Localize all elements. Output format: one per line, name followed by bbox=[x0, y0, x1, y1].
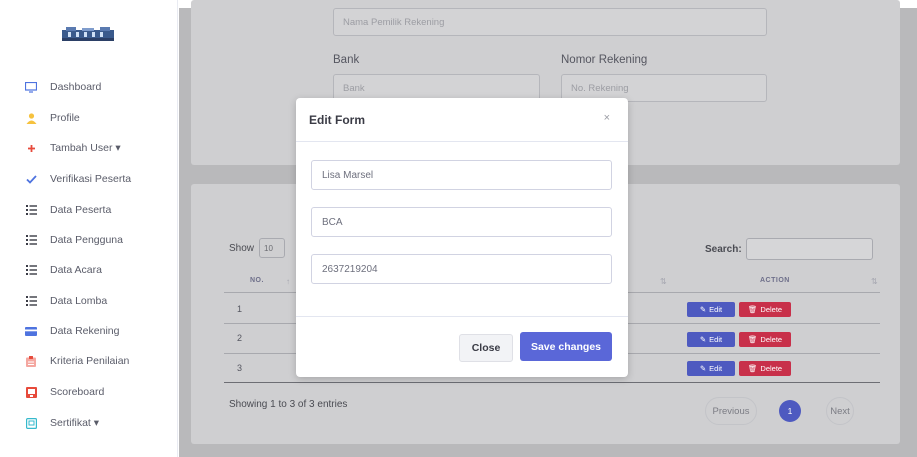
modal-title: Edit Form bbox=[309, 113, 365, 127]
table-search: Search: bbox=[705, 238, 873, 260]
logo bbox=[62, 27, 114, 41]
trash-icon: 🗑 bbox=[747, 305, 758, 314]
sidebar-item-data-pengguna[interactable]: Data Pengguna bbox=[0, 229, 178, 251]
sidebar-item-data-peserta[interactable]: Data Peserta bbox=[0, 199, 178, 221]
show-entries: Show 10 bbox=[229, 238, 286, 258]
account-number-field[interactable]: 2637219204 bbox=[311, 254, 612, 284]
edit-label: Edit bbox=[709, 305, 723, 314]
edit-icon: ✎ bbox=[699, 335, 707, 344]
sidebar-item-tambah-user[interactable]: Tambah User ▾ bbox=[0, 137, 178, 159]
sidebar-item-label: Dashboard bbox=[50, 81, 102, 93]
pagination-next[interactable]: Next bbox=[826, 397, 854, 425]
list-icon bbox=[24, 294, 38, 308]
certificate-icon bbox=[24, 416, 38, 430]
row-number: 3 bbox=[237, 363, 243, 373]
trash-icon: 🗑 bbox=[747, 364, 758, 373]
sidebar-item-scoreboard[interactable]: Scoreboard bbox=[0, 381, 178, 403]
sidebar-item-data-acara[interactable]: Data Acara bbox=[0, 259, 178, 281]
row-number: 1 bbox=[237, 304, 243, 314]
trash-icon: 🗑 bbox=[747, 335, 758, 344]
delete-label: Delete bbox=[760, 364, 783, 373]
show-label: Show bbox=[229, 242, 255, 254]
close-button[interactable]: Close bbox=[459, 334, 513, 362]
pagination-page[interactable]: 1 bbox=[779, 400, 801, 422]
bank-field[interactable]: BCA bbox=[311, 207, 612, 237]
plus-icon bbox=[24, 141, 38, 155]
delete-button[interactable]: 🗑 Delete bbox=[739, 302, 791, 317]
pagination-previous[interactable]: Previous bbox=[705, 397, 757, 425]
modal-footer-divider bbox=[296, 316, 628, 317]
edit-button[interactable]: ✎ Edit bbox=[687, 302, 735, 317]
entries-select[interactable]: 10 bbox=[259, 238, 286, 258]
sidebar-item-label: Data Pengguna bbox=[50, 234, 123, 246]
entries-info: Showing 1 to 3 of 3 entries bbox=[229, 399, 348, 410]
search-input[interactable] bbox=[745, 238, 873, 260]
scoreboard-icon bbox=[24, 385, 38, 399]
list-icon bbox=[24, 263, 38, 277]
entries-select-value: 10 bbox=[264, 243, 273, 253]
clipboard-icon bbox=[24, 354, 38, 368]
name-field[interactable]: Lisa Marsel bbox=[311, 160, 612, 190]
sidebar: Dashboard Profile Tambah User ▾ Verifika… bbox=[0, 0, 178, 457]
sidebar-item-label: Data Rekening bbox=[50, 325, 120, 337]
user-icon bbox=[24, 111, 38, 125]
sidebar-item-label: Verifikasi Peserta bbox=[50, 173, 132, 185]
credit-card-icon bbox=[24, 324, 38, 338]
owner-name-input[interactable]: Nama Pemilik Rekening bbox=[333, 8, 767, 36]
bank-label: Bank bbox=[333, 54, 360, 66]
sidebar-item-sertifikat[interactable]: Sertifikat ▾ bbox=[0, 412, 178, 434]
edit-label: Edit bbox=[709, 364, 723, 373]
save-changes-button[interactable]: Save changes bbox=[520, 332, 612, 361]
modal-header-divider bbox=[296, 141, 628, 142]
sidebar-item-label: Data Peserta bbox=[50, 204, 112, 216]
column-header-action[interactable]: ACTION bbox=[760, 277, 790, 284]
row-number: 2 bbox=[237, 333, 243, 343]
sidebar-item-data-lomba[interactable]: Data Lomba bbox=[0, 290, 178, 312]
monitor-icon bbox=[24, 80, 38, 94]
sidebar-item-label: Scoreboard bbox=[50, 386, 105, 398]
sidebar-item-label: Kriteria Penilaian bbox=[50, 355, 130, 367]
sidebar-item-label: Tambah User ▾ bbox=[50, 142, 121, 154]
edit-label: Edit bbox=[709, 335, 723, 344]
sidebar-item-label: Data Acara bbox=[50, 264, 102, 276]
delete-label: Delete bbox=[760, 305, 783, 314]
sidebar-item-label: Sertifikat ▾ bbox=[50, 417, 100, 429]
sort-icon[interactable]: ↑ bbox=[286, 277, 290, 286]
edit-button[interactable]: ✎ Edit bbox=[687, 332, 735, 347]
sidebar-item-label: Data Lomba bbox=[50, 295, 108, 307]
account-number-label: Nomor Rekening bbox=[561, 54, 648, 66]
sidebar-item-kriteria-penilaian[interactable]: Kriteria Penilaian bbox=[0, 350, 178, 372]
list-icon bbox=[24, 233, 38, 247]
list-icon bbox=[24, 203, 38, 217]
sort-icon[interactable]: ⇅ bbox=[660, 277, 667, 286]
sidebar-item-data-rekening[interactable]: Data Rekening bbox=[0, 320, 178, 342]
table-bottom-divider bbox=[224, 382, 880, 383]
delete-label: Delete bbox=[760, 335, 783, 344]
edit-icon: ✎ bbox=[699, 364, 707, 373]
edit-modal: Edit Form × Lisa Marsel BCA 2637219204 C… bbox=[296, 98, 628, 377]
sidebar-item-label: Profile bbox=[50, 112, 80, 124]
close-icon[interactable]: × bbox=[604, 112, 610, 124]
check-icon bbox=[24, 172, 38, 186]
search-label: Search: bbox=[705, 243, 742, 255]
edit-icon: ✎ bbox=[699, 305, 707, 314]
sidebar-item-profile[interactable]: Profile bbox=[0, 107, 178, 129]
delete-button[interactable]: 🗑 Delete bbox=[739, 361, 791, 376]
edit-button[interactable]: ✎ Edit bbox=[687, 361, 735, 376]
sidebar-item-dashboard[interactable]: Dashboard bbox=[0, 76, 178, 98]
sidebar-item-verifikasi-peserta[interactable]: Verifikasi Peserta bbox=[0, 168, 178, 190]
sort-icon[interactable]: ⇅ bbox=[871, 277, 878, 286]
column-header-no[interactable]: NO. bbox=[250, 277, 264, 284]
delete-button[interactable]: 🗑 Delete bbox=[739, 332, 791, 347]
